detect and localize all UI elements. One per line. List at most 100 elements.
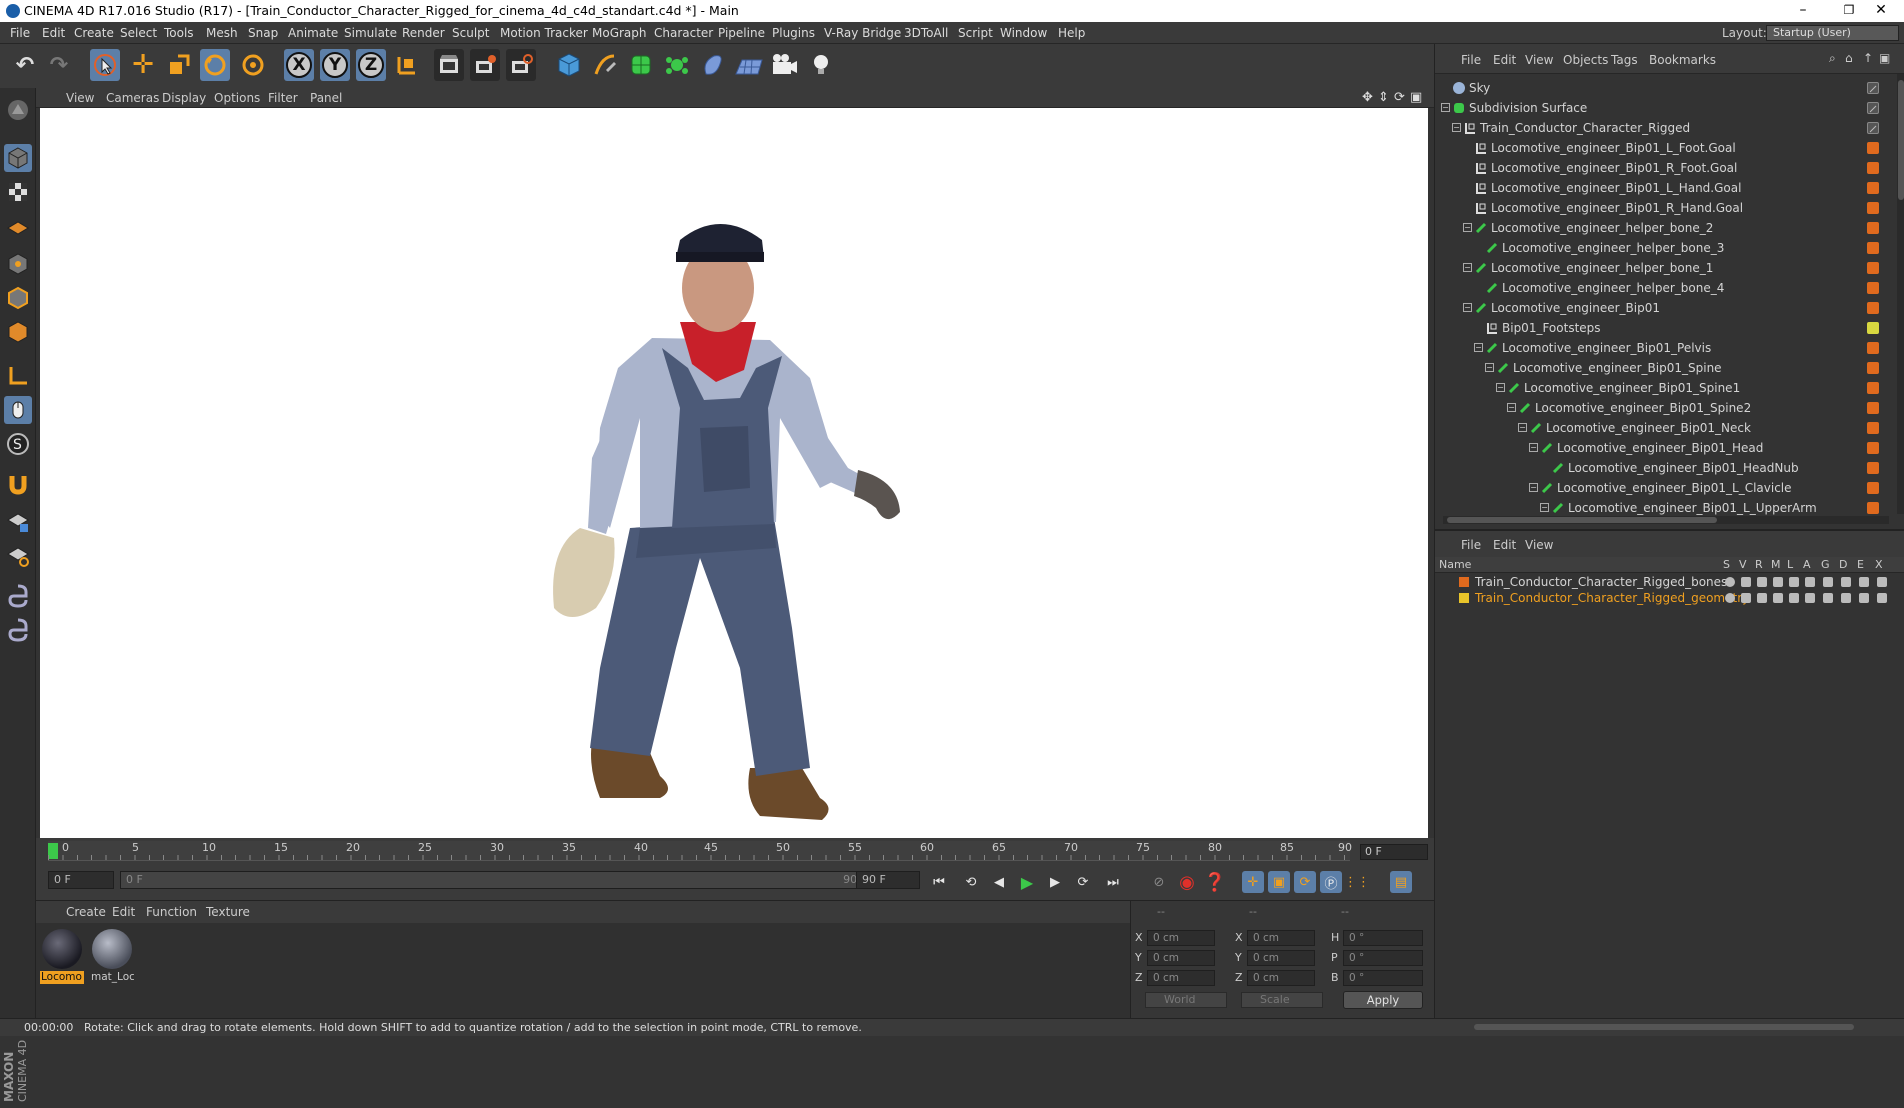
layer-tag-icon[interactable] bbox=[1867, 202, 1879, 214]
object-row[interactable]: Bip01_Footsteps bbox=[1435, 318, 1897, 338]
layer-tag-icon[interactable] bbox=[1867, 262, 1879, 274]
layer-tag-icon[interactable] bbox=[1867, 502, 1879, 514]
right-bottom-scrollbar[interactable] bbox=[1434, 1018, 1904, 1036]
menu-mesh[interactable]: Mesh bbox=[206, 26, 238, 40]
points-mode-icon[interactable] bbox=[4, 250, 32, 278]
lock-workplane-icon[interactable] bbox=[4, 508, 32, 536]
menu-edit[interactable]: Edit bbox=[42, 26, 65, 40]
redo-icon[interactable]: ↷ bbox=[44, 49, 74, 81]
position-x-field[interactable]: 0 cm bbox=[1147, 930, 1215, 946]
size-mode-select[interactable]: Scale bbox=[1241, 992, 1323, 1008]
expression-toggle-icon[interactable] bbox=[1859, 577, 1869, 587]
menu-create[interactable]: Create bbox=[74, 26, 114, 40]
size-z-field[interactable]: 0 cm bbox=[1247, 970, 1315, 986]
planar-workplane-icon[interactable] bbox=[4, 542, 32, 570]
workplane-icon[interactable] bbox=[4, 212, 32, 240]
object-row[interactable]: − Locomotive_engineer_Bip01_Neck bbox=[1435, 418, 1897, 438]
menu-pipeline[interactable]: Pipeline bbox=[718, 26, 765, 40]
viewport-menu-options[interactable]: Options bbox=[214, 91, 260, 105]
expand-toggle-icon[interactable]: − bbox=[1529, 483, 1538, 492]
menu-file[interactable]: File bbox=[10, 26, 30, 40]
model-mode-icon[interactable] bbox=[4, 144, 32, 172]
manager-toggle-icon[interactable] bbox=[1773, 593, 1783, 603]
layer-tag-icon[interactable] bbox=[1867, 442, 1879, 454]
magnet-icon[interactable] bbox=[4, 470, 32, 498]
layer-tag-icon[interactable] bbox=[1867, 222, 1879, 234]
lock-icon[interactable] bbox=[1789, 593, 1799, 603]
xref-toggle-icon[interactable] bbox=[1877, 593, 1887, 603]
floor-icon[interactable] bbox=[734, 49, 764, 81]
viewport-rotate-icon[interactable]: ⟳ bbox=[1394, 90, 1405, 105]
expand-toggle-icon[interactable]: − bbox=[1507, 403, 1516, 412]
object-row[interactable]: Locomotive_engineer_helper_bone_3 bbox=[1435, 238, 1897, 258]
generator-toggle-icon[interactable] bbox=[1823, 577, 1833, 587]
objects-menu-file[interactable]: File bbox=[1461, 53, 1481, 67]
layer-tag-icon[interactable] bbox=[1867, 362, 1879, 374]
material-swatch-locomo[interactable]: Locomo bbox=[40, 927, 84, 985]
object-row[interactable]: − Locomotive_engineer_Bip01_Pelvis bbox=[1435, 338, 1897, 358]
rotate-icon[interactable] bbox=[200, 49, 230, 81]
horizontal-scrollbar[interactable] bbox=[1443, 516, 1889, 524]
edit-render-settings-icon[interactable] bbox=[506, 49, 536, 81]
visibility-check-icon[interactable] bbox=[1867, 102, 1879, 114]
y-axis-icon[interactable]: Y bbox=[320, 49, 350, 81]
layer-tag-icon[interactable] bbox=[1867, 482, 1879, 494]
viewport-move-icon[interactable]: ✥ bbox=[1362, 90, 1373, 105]
object-row[interactable]: Locomotive_engineer_Bip01_HeadNub bbox=[1435, 458, 1897, 478]
menu-motion-tracker[interactable]: Motion Tracker bbox=[500, 26, 588, 40]
menu-window[interactable]: Window bbox=[1000, 26, 1047, 40]
material-menu-texture[interactable]: Texture bbox=[206, 905, 250, 919]
expand-toggle-icon[interactable]: − bbox=[1474, 343, 1483, 352]
object-row[interactable]: Locomotive_engineer_Bip01_R_Hand.Goal bbox=[1435, 198, 1897, 218]
range-slider[interactable]: 0 F 90 F bbox=[120, 871, 876, 889]
key-scale-icon[interactable]: ▣ bbox=[1268, 871, 1290, 893]
layer-tag-icon[interactable] bbox=[1867, 382, 1879, 394]
layer-tag-icon[interactable] bbox=[1867, 162, 1879, 174]
layer-tag-icon[interactable] bbox=[1867, 282, 1879, 294]
rotation-b-field[interactable]: 0 ° bbox=[1343, 970, 1423, 986]
light-icon[interactable] bbox=[806, 49, 836, 81]
record-keys-icon[interactable]: ⊘ bbox=[1148, 871, 1170, 893]
layer-row-geometry[interactable]: Train_Conductor_Character_Rigged_geometr… bbox=[1435, 590, 1904, 606]
viewport-toggle-icon[interactable]: ▣ bbox=[1410, 90, 1422, 105]
vertical-scrollbar[interactable] bbox=[1897, 74, 1904, 514]
visibility-eye-icon[interactable] bbox=[1741, 577, 1751, 587]
object-row[interactable]: − Subdivision Surface bbox=[1435, 98, 1897, 118]
visibility-eye-icon[interactable] bbox=[1741, 593, 1751, 603]
move-icon[interactable]: ✛ bbox=[128, 49, 158, 81]
3d-viewport[interactable] bbox=[40, 108, 1428, 838]
menu-render[interactable]: Render bbox=[402, 26, 445, 40]
layout-select[interactable]: Startup (User) bbox=[1766, 25, 1899, 41]
expand-toggle-icon[interactable]: − bbox=[1518, 423, 1527, 432]
objects-menu-edit[interactable]: Edit bbox=[1493, 53, 1516, 67]
objects-menu-objects[interactable]: Objects bbox=[1563, 53, 1608, 67]
make-editable-icon[interactable] bbox=[4, 96, 32, 124]
next-frame-icon[interactable]: ▶ bbox=[1044, 871, 1066, 893]
size-x-field[interactable]: 0 cm bbox=[1247, 930, 1315, 946]
max-time-field[interactable]: 90 F bbox=[856, 871, 920, 889]
lock-icon[interactable] bbox=[1789, 577, 1799, 587]
deformer-toggle-icon[interactable] bbox=[1841, 577, 1851, 587]
layer-tag-icon[interactable] bbox=[1867, 422, 1879, 434]
go-to-end-icon[interactable]: ⏭ bbox=[1102, 871, 1124, 893]
cube-icon[interactable] bbox=[554, 49, 584, 81]
animation-toggle-icon[interactable] bbox=[1805, 593, 1815, 603]
object-row[interactable]: − Locomotive_engineer_helper_bone_1 bbox=[1435, 258, 1897, 278]
expand-toggle-icon[interactable]: − bbox=[1540, 503, 1549, 512]
menu-vray-bridge[interactable]: V-Ray Bridge bbox=[824, 26, 901, 40]
menu-plugins[interactable]: Plugins bbox=[772, 26, 815, 40]
go-to-start-icon[interactable]: ⏮ bbox=[928, 871, 950, 893]
keyframe-selection-icon[interactable]: ❓ bbox=[1204, 871, 1226, 893]
object-row[interactable]: Sky bbox=[1435, 78, 1897, 98]
object-row[interactable]: − Locomotive_engineer_Bip01_Head bbox=[1435, 438, 1897, 458]
xref-toggle-icon[interactable] bbox=[1877, 577, 1887, 587]
object-row[interactable]: Locomotive_engineer_Bip01_L_Foot.Goal bbox=[1435, 138, 1897, 158]
expression-toggle-icon[interactable] bbox=[1859, 593, 1869, 603]
viewport-menu-cameras[interactable]: Cameras bbox=[106, 91, 159, 105]
minimize-button[interactable]: – bbox=[1780, 0, 1826, 22]
object-row[interactable]: Locomotive_engineer_Bip01_R_Foot.Goal bbox=[1435, 158, 1897, 178]
object-row[interactable]: − Locomotive_engineer_helper_bone_2 bbox=[1435, 218, 1897, 238]
visibility-check-icon[interactable] bbox=[1867, 82, 1879, 94]
recent-tool-icon[interactable] bbox=[238, 49, 268, 81]
layers-menu-view[interactable]: View bbox=[1525, 538, 1553, 552]
